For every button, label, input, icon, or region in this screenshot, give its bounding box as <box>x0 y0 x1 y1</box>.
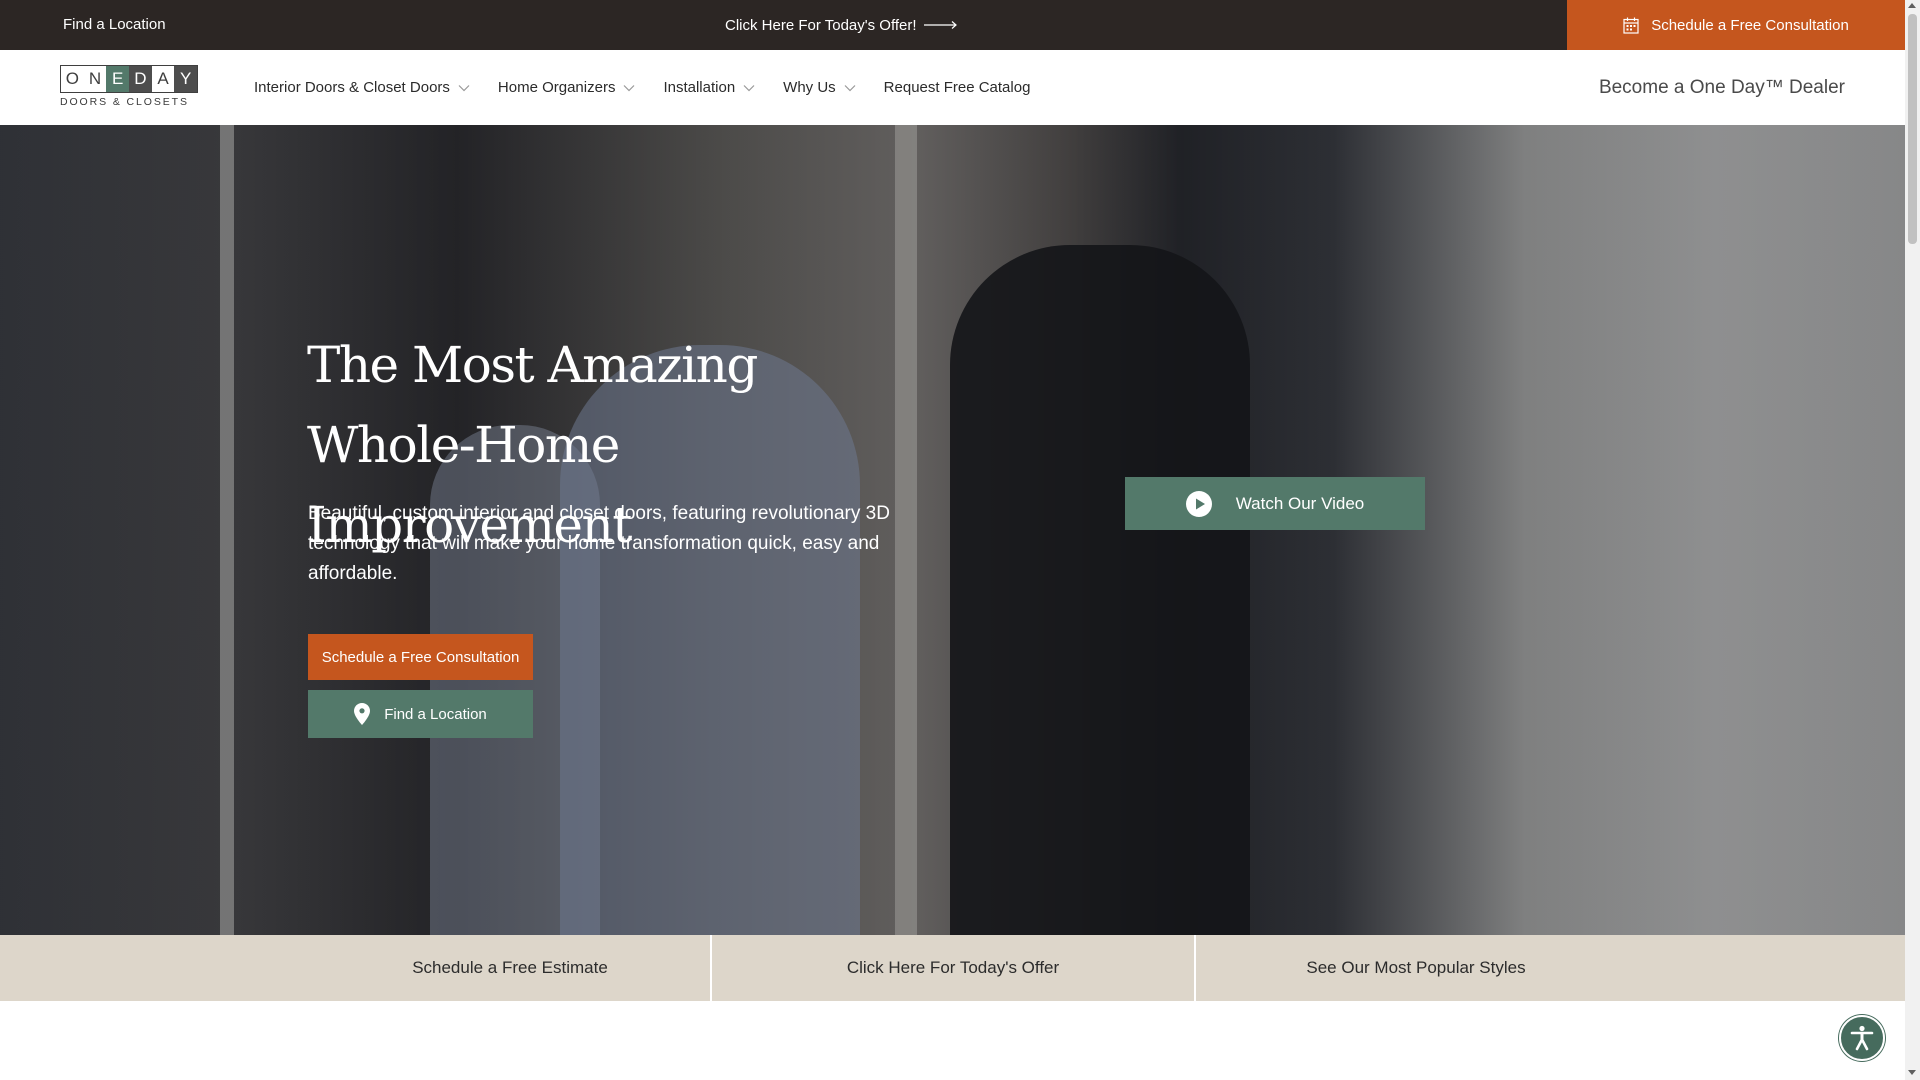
todays-offer-link[interactable]: Click Here For Today's Offer <box>712 935 1194 1001</box>
logo-letter: Y <box>174 66 198 92</box>
scroll-down-arrow-icon[interactable] <box>1908 1070 1916 1075</box>
page-scrollbar[interactable] <box>1905 0 1920 1080</box>
nav-item-label: Request Free Catalog <box>883 79 1031 96</box>
accessibility-button[interactable] <box>1839 1015 1885 1061</box>
logo-letter: D <box>129 66 152 92</box>
nav-item-label: Interior Doors & Closet Doors <box>254 79 450 96</box>
scroll-up-arrow-icon[interactable] <box>1908 3 1916 8</box>
hero-find-location-label: Find a Location <box>384 705 487 723</box>
top-bar: Find a Location Click Here For Today's O… <box>0 0 1905 50</box>
strip-item-label: Schedule a Free Estimate <box>412 958 608 977</box>
quick-links-strip: Schedule a Free Estimate Click Here For … <box>0 935 1905 1001</box>
popular-styles-link[interactable]: See Our Most Popular Styles <box>1196 935 1846 1001</box>
chevron-down-icon <box>844 84 856 91</box>
main-nav: O N E D A Y DOORS & CLOSETS Interior Doo… <box>0 50 1905 125</box>
arrow-right-icon <box>923 21 957 29</box>
hero-schedule-consultation-button[interactable]: Schedule a Free Consultation <box>308 634 533 680</box>
become-dealer-link[interactable]: Become a One Day™ Dealer <box>1599 50 1845 125</box>
top-offer-label: Click Here For Today's Offer! <box>725 16 917 34</box>
nav-item-label: Home Organizers <box>497 79 616 96</box>
page: Find a Location Click Here For Today's O… <box>0 0 1920 1080</box>
logo-letter: N <box>88 69 102 88</box>
hero-description: Beautiful, custom interior and closet do… <box>308 503 890 584</box>
chevron-down-icon <box>624 84 635 91</box>
chevron-down-icon <box>743 84 755 91</box>
one-day-logo[interactable]: O N E D A Y DOORS & CLOSETS <box>60 65 198 111</box>
hero-schedule-label: Schedule a Free Consultation <box>321 648 520 666</box>
play-icon <box>1185 490 1212 517</box>
accessibility-icon <box>1850 1025 1874 1051</box>
strip-item-label: Click Here For Today's Offer <box>846 958 1060 977</box>
logo-letter: E <box>106 66 130 92</box>
top-schedule-consultation-button[interactable]: Schedule a Free Consultation <box>1567 0 1905 50</box>
nav-item-request-catalog[interactable]: Request Free Catalog <box>884 79 1031 96</box>
chevron-down-icon <box>458 84 470 91</box>
strip-item-label: See Our Most Popular Styles <box>1306 958 1526 977</box>
logo-letter: A <box>157 69 169 88</box>
nav-item-installation[interactable]: Installation <box>663 79 755 96</box>
map-pin-icon <box>354 703 371 725</box>
calendar-icon <box>1623 17 1639 34</box>
top-offer-link[interactable]: Click Here For Today's Offer! <box>725 0 958 50</box>
hero-background-door-frame <box>220 125 234 935</box>
hero-background-person <box>950 245 1250 935</box>
nav-item-label: Why Us <box>783 79 836 96</box>
top-schedule-label: Schedule a Free Consultation <box>1651 16 1849 34</box>
schedule-estimate-link[interactable]: Schedule a Free Estimate <box>0 935 710 1001</box>
logo-letters: O N E D A Y <box>60 65 198 93</box>
nav-item-why-us[interactable]: Why Us <box>783 79 856 96</box>
scrollbar-thumb[interactable] <box>1908 14 1917 244</box>
hero-find-location-button[interactable]: Find a Location <box>308 690 533 738</box>
nav-menu: Interior Doors & Closet Doors Home Organ… <box>254 50 1030 125</box>
hero-section: The Most Amazing Whole-Home Improvement … <box>0 125 1905 935</box>
logo-tagline: DOORS & CLOSETS <box>60 96 189 108</box>
logo-letter: O <box>65 69 79 88</box>
nav-item-interior-doors[interactable]: Interior Doors & Closet Doors <box>254 79 470 96</box>
top-find-location-link[interactable]: Find a Location <box>63 0 166 50</box>
nav-item-label: Installation <box>663 79 736 96</box>
nav-item-home-organizers[interactable]: Home Organizers <box>498 79 636 96</box>
watch-video-label: Watch Our Video <box>1235 493 1365 513</box>
watch-video-button[interactable]: Watch Our Video <box>1125 477 1425 530</box>
